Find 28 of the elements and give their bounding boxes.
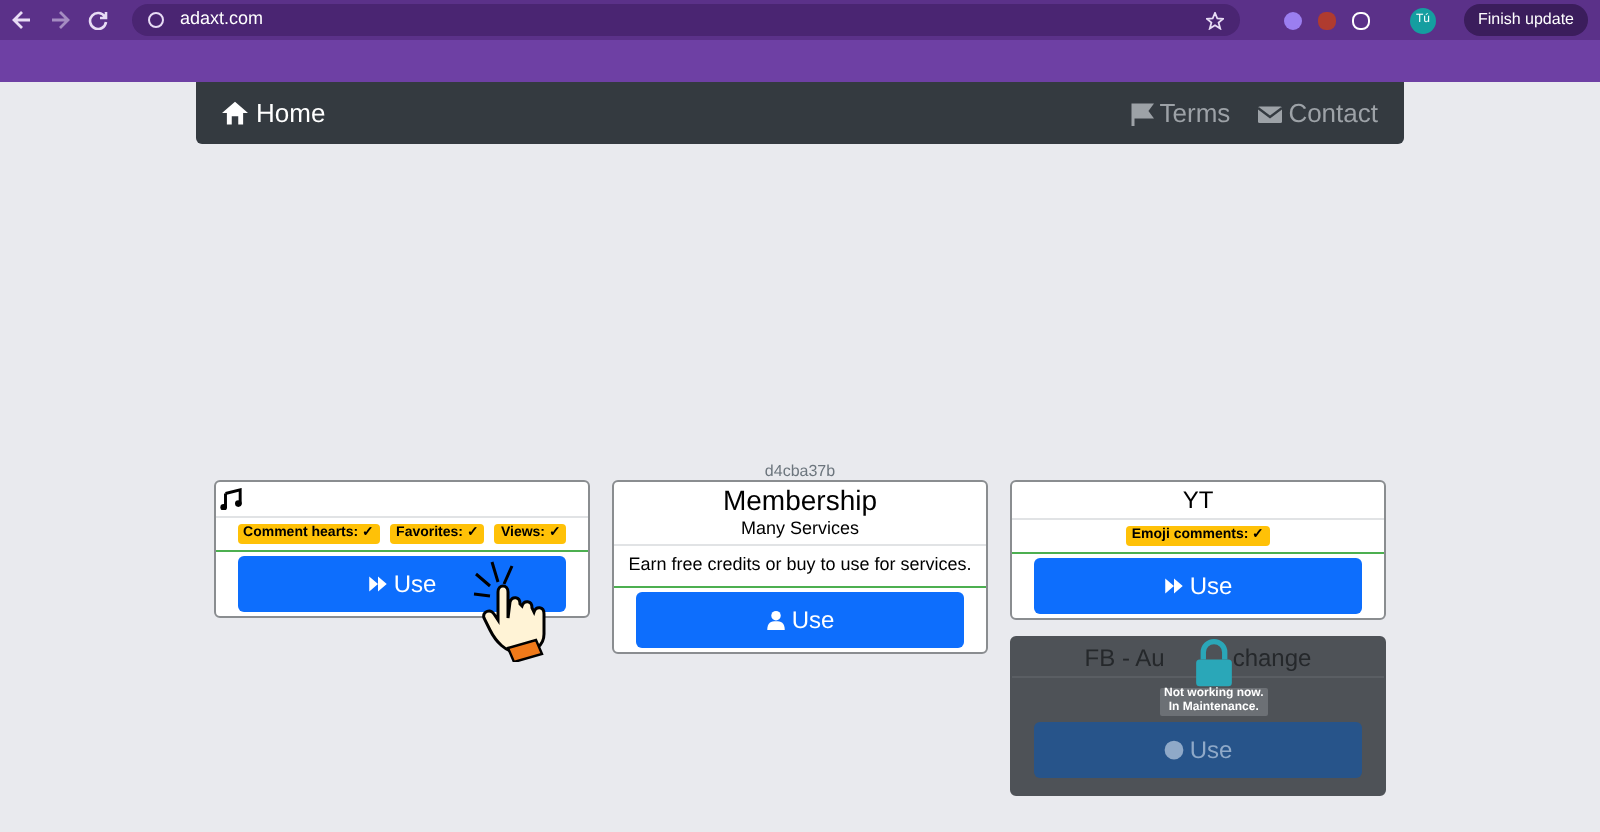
site-info-icon[interactable]	[148, 12, 164, 28]
nav-link[interactable]: Terms	[1129, 93, 1231, 133]
forward-icon[interactable]	[50, 10, 70, 30]
use-button[interactable]: Use	[238, 556, 566, 612]
fast-forward-icon	[1163, 576, 1184, 596]
card-subtitle: Many Services	[740, 516, 860, 542]
address-bar[interactable]: adaxt.com	[132, 4, 1240, 36]
card-id-text: d4cba37b	[762, 460, 838, 480]
card-description: Earn free credits or buy to use for services.	[614, 546, 986, 587]
house-icon	[222, 100, 248, 126]
nav-link[interactable]: Contact	[1258, 93, 1378, 133]
use-button[interactable]: Use	[636, 591, 964, 647]
back-icon[interactable]	[12, 10, 32, 30]
star-icon[interactable]	[1205, 11, 1224, 29]
envelope-icon	[1258, 101, 1283, 125]
fast-forward-icon	[367, 574, 388, 594]
lock-icon	[1191, 638, 1236, 688]
update-button[interactable]: Finish update	[1463, 4, 1588, 36]
home-link[interactable]: Home	[222, 93, 326, 133]
flag-icon	[1129, 101, 1154, 125]
url-text: adaxt.com	[180, 6, 264, 33]
coin-icon	[1163, 740, 1184, 760]
card-title: Membership	[722, 482, 878, 516]
card-title: YT	[1182, 484, 1214, 518]
music-note-icon	[220, 488, 242, 510]
use-button[interactable]: Use	[1034, 558, 1362, 614]
user-icon	[765, 609, 786, 629]
reload-icon[interactable]	[88, 10, 108, 30]
